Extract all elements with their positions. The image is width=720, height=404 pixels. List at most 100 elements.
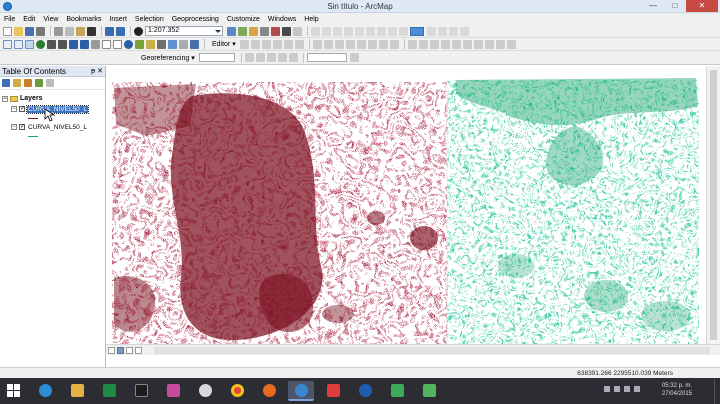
- scale-icon[interactable]: [266, 53, 276, 62]
- measure-icon[interactable]: [146, 39, 155, 49]
- undo-icon[interactable]: [105, 26, 114, 36]
- cut-icon[interactable]: [54, 26, 63, 36]
- add-control-points-icon[interactable]: [277, 53, 287, 62]
- color-app-icon[interactable]: [160, 381, 186, 401]
- identify-icon[interactable]: [124, 39, 133, 49]
- menu-file[interactable]: File: [4, 16, 15, 23]
- edit-tool-icon[interactable]: [239, 39, 249, 49]
- search-icon[interactable]: [260, 26, 269, 36]
- map-scale-input[interactable]: 1:207.352: [145, 26, 223, 36]
- fixed-zoom-out-icon[interactable]: [58, 39, 67, 49]
- menu-insert[interactable]: Insert: [109, 16, 127, 23]
- viewer-icon[interactable]: [190, 39, 199, 49]
- toc-close-icon[interactable]: ✕: [97, 66, 103, 77]
- catalog-icon[interactable]: [384, 381, 410, 401]
- back-extent-icon[interactable]: [69, 39, 78, 49]
- tool-icon[interactable]: [451, 39, 461, 49]
- full-extent-icon[interactable]: [36, 39, 45, 49]
- menu-edit[interactable]: Edit: [23, 16, 35, 23]
- modelbuilder-icon[interactable]: [293, 26, 302, 36]
- georeferencing-menu[interactable]: Georeferencing ▾: [141, 54, 195, 62]
- ie-icon[interactable]: [32, 381, 58, 401]
- maximize-button[interactable]: □: [664, 0, 686, 12]
- clock[interactable]: 05:32 p. m. 27/04/2015: [662, 382, 692, 398]
- python-icon[interactable]: [282, 26, 291, 36]
- select-elements-icon[interactable]: [113, 39, 122, 49]
- find-icon[interactable]: [135, 39, 144, 49]
- popcorn-icon[interactable]: [320, 381, 346, 401]
- rotate-icon[interactable]: [244, 53, 254, 62]
- edit-vertices-icon[interactable]: [312, 39, 322, 49]
- menu-bookmarks[interactable]: Bookmarks: [66, 16, 101, 23]
- list-by-selection-icon[interactable]: [35, 79, 43, 87]
- tool-icon[interactable]: [322, 26, 331, 36]
- shift-icon[interactable]: [255, 53, 265, 62]
- line-symbol[interactable]: [28, 118, 38, 119]
- forward-extent-icon[interactable]: [80, 39, 89, 49]
- redo-icon[interactable]: [116, 26, 125, 36]
- menu-windows[interactable]: Windows: [268, 16, 296, 23]
- zoom-in-icon[interactable]: [3, 39, 12, 49]
- collapse-toggle[interactable]: −: [11, 106, 17, 112]
- sketch-properties-icon[interactable]: [378, 39, 388, 49]
- data-view-icon[interactable]: [108, 346, 115, 354]
- menu-customize[interactable]: Customize: [227, 16, 260, 23]
- create-features-icon[interactable]: [389, 39, 399, 49]
- copy-icon[interactable]: [65, 26, 74, 36]
- menu-geoprocessing[interactable]: Geoprocessing: [172, 16, 219, 23]
- list-by-source-icon[interactable]: [13, 79, 21, 87]
- cut-polygons-icon[interactable]: [334, 39, 344, 49]
- pan-icon[interactable]: [25, 39, 34, 49]
- network-icon[interactable]: [614, 386, 620, 392]
- layer-visibility-checkbox[interactable]: ✓: [19, 124, 25, 130]
- green-app-icon[interactable]: [416, 381, 442, 401]
- fixed-zoom-in-icon[interactable]: [47, 39, 56, 49]
- editor-toolbar-icon[interactable]: [227, 26, 236, 36]
- html-popup-icon[interactable]: [168, 39, 177, 49]
- media-player-icon[interactable]: [128, 381, 154, 401]
- tool-icon[interactable]: [349, 53, 359, 62]
- tool-icon[interactable]: [388, 26, 397, 36]
- tool-icon[interactable]: [460, 26, 469, 36]
- arcmap-icon[interactable]: [288, 381, 314, 401]
- layer-item[interactable]: − ✓ CURVA_NIVEL50_L: [11, 122, 105, 132]
- rotate-icon[interactable]: [356, 39, 366, 49]
- chrome-icon[interactable]: [224, 381, 250, 401]
- tool-icon[interactable]: [438, 26, 447, 36]
- tool-icon[interactable]: [440, 39, 450, 49]
- vertical-scrollbar[interactable]: [706, 66, 720, 344]
- arctoolbox-icon[interactable]: [271, 26, 280, 36]
- catalog-icon[interactable]: [249, 26, 258, 36]
- zoom-out-icon[interactable]: [14, 39, 23, 49]
- explorer-icon[interactable]: [64, 381, 90, 401]
- tool-icon[interactable]: [333, 26, 342, 36]
- editor-menu[interactable]: Editor ▾: [212, 40, 236, 48]
- delete-icon[interactable]: [87, 26, 96, 36]
- open-icon[interactable]: [14, 26, 23, 36]
- options-icon[interactable]: [46, 79, 54, 87]
- color-dropdown[interactable]: [410, 26, 424, 36]
- straight-segment-icon[interactable]: [261, 39, 271, 49]
- print-icon[interactable]: [36, 26, 45, 36]
- tool-icon[interactable]: [355, 26, 364, 36]
- collapse-toggle[interactable]: −: [2, 95, 8, 102]
- menu-view[interactable]: View: [43, 16, 58, 23]
- table-of-contents-icon[interactable]: [238, 26, 247, 36]
- layer-visibility-checkbox[interactable]: ✓: [19, 106, 25, 112]
- tool-icon[interactable]: [473, 39, 483, 49]
- refresh-icon[interactable]: [126, 346, 133, 354]
- hyperlink-icon[interactable]: [157, 39, 166, 49]
- time-slider-icon[interactable]: [179, 39, 188, 49]
- paste-icon[interactable]: [76, 26, 85, 36]
- tool-icon[interactable]: [418, 39, 428, 49]
- collapse-toggle[interactable]: −: [11, 124, 17, 130]
- firefox-icon[interactable]: [256, 381, 282, 401]
- tool-icon[interactable]: [484, 39, 494, 49]
- pause-drawing-icon[interactable]: [135, 346, 142, 354]
- show-desktop-button[interactable]: [714, 378, 720, 404]
- select-features-icon[interactable]: [91, 39, 100, 49]
- tool-icon[interactable]: [311, 26, 320, 36]
- horizontal-scrollbar[interactable]: [154, 347, 710, 354]
- layers-group[interactable]: − Layers: [2, 94, 105, 103]
- add-data-icon[interactable]: [134, 26, 143, 36]
